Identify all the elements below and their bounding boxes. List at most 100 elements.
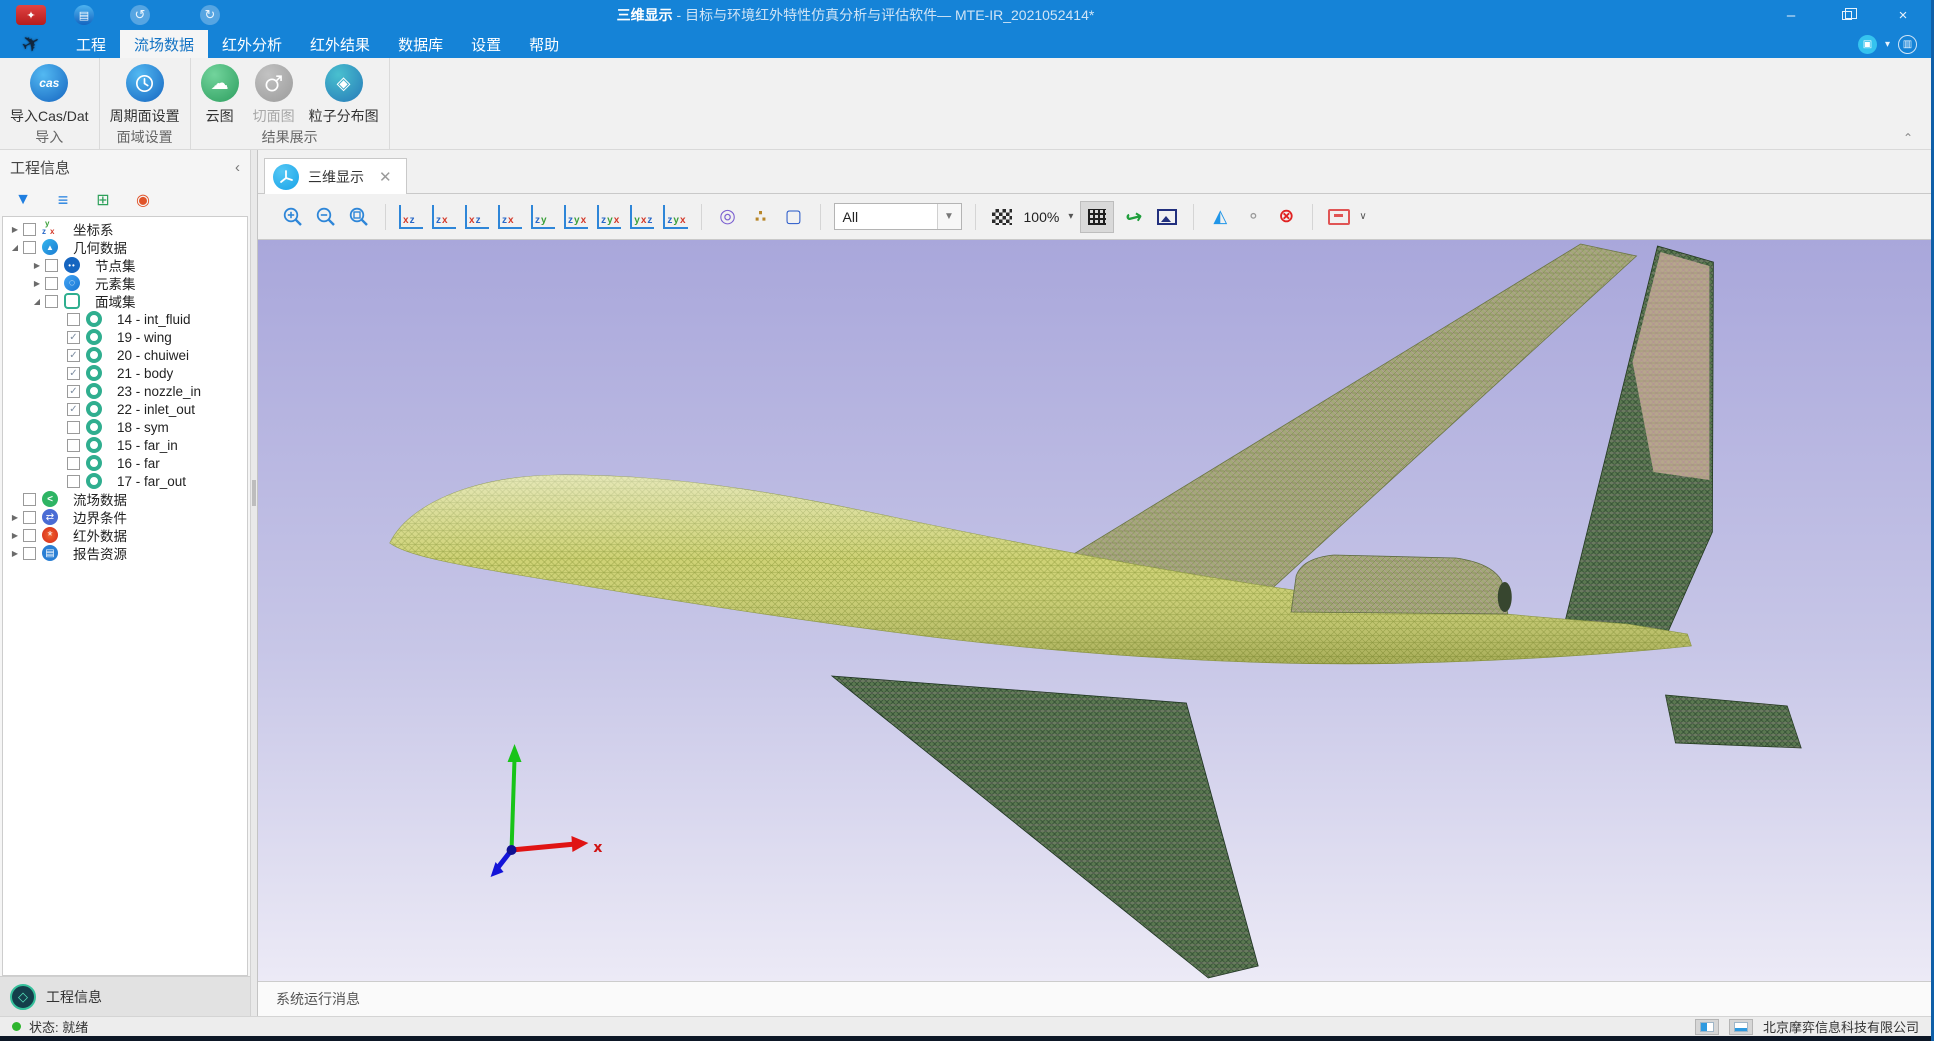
tree-checkbox[interactable] — [23, 547, 36, 560]
view-orientation-icon-6[interactable]: zyx — [564, 205, 588, 229]
pattern-icon[interactable] — [989, 202, 1015, 232]
tree-item-元素集[interactable]: ▶◌元素集 — [3, 274, 247, 292]
ribbon-button-切面图[interactable]: 切面图 — [247, 62, 301, 126]
undo-icon[interactable]: ↺ — [130, 5, 150, 25]
tree-item-23 - nozzle_in[interactable]: ✓23 - nozzle_in — [3, 382, 247, 400]
tree-item-21 - body[interactable]: ✓ 21 - body — [3, 364, 247, 382]
tree-item-label[interactable]: 16 - far — [115, 456, 160, 471]
menu-item-设置[interactable]: 设置 — [457, 30, 515, 58]
tree-item-坐标系[interactable]: ▶yzx坐标系 — [3, 220, 247, 238]
tree-item-边界条件[interactable]: ▶⇄边界条件 — [3, 508, 247, 526]
snapshot-icon[interactable] — [1154, 202, 1180, 232]
ribbon-button-周期面设置[interactable]: 周期面设置 — [104, 62, 186, 126]
tree-checkbox[interactable] — [23, 223, 36, 236]
tree-item-19 - wing[interactable]: ✓19 - wing — [3, 328, 247, 346]
display-filter-combo[interactable]: All ▼ — [834, 203, 962, 230]
tree-checkbox[interactable]: ✓ — [67, 367, 80, 380]
tree-item-红外数据[interactable]: ▶*红外数据 — [3, 526, 247, 544]
new-document-icon[interactable]: ▤ — [74, 5, 94, 25]
tree-checkbox[interactable] — [45, 259, 58, 272]
menu-item-工程[interactable]: 工程 — [62, 30, 120, 58]
mirror-icon[interactable]: ◭ — [1207, 202, 1233, 232]
tree-item-label[interactable]: 21 - body — [115, 366, 173, 381]
tree-item-22 - inlet_out[interactable]: ✓22 - inlet_out — [3, 400, 247, 418]
tree-item-label[interactable]: 面域集 — [93, 291, 136, 311]
tree-item-流场数据[interactable]: <流场数据 — [3, 490, 247, 508]
ribbon-collapse-button[interactable]: ⌃ — [1903, 131, 1913, 145]
tree-item-报告资源[interactable]: ▶▤报告资源 — [3, 544, 247, 562]
filter-list-icon[interactable]: ≡ — [50, 190, 76, 211]
tree-checkbox[interactable] — [67, 439, 80, 452]
tree-expander-icon[interactable]: ▶ — [7, 549, 23, 558]
tree-checkbox[interactable] — [67, 475, 80, 488]
view-mode-caret-icon[interactable]: ▾ — [1885, 39, 1890, 50]
panel-collapse-button[interactable]: ‹ — [235, 159, 240, 176]
cancel-icon[interactable]: ⊗ — [1273, 202, 1299, 232]
tab-3d-display[interactable]: 三维显示 ✕ — [264, 158, 407, 194]
box-select-icon[interactable]: ▢ — [781, 202, 807, 232]
menu-item-红外分析[interactable]: 红外分析 — [208, 30, 296, 58]
tree-expander-icon[interactable]: ▶ — [29, 279, 45, 288]
tree-item-16 - far[interactable]: 16 - far — [3, 454, 247, 472]
view-orientation-icon-7[interactable]: zyx — [597, 205, 621, 229]
tree-checkbox[interactable]: ✓ — [67, 349, 80, 362]
zoom-out-icon[interactable] — [313, 202, 339, 232]
tree-checkbox[interactable] — [45, 277, 58, 290]
tree-item-label[interactable]: 元素集 — [93, 273, 136, 293]
tree-expander-icon[interactable]: ▶ — [29, 261, 45, 270]
export-arrow-icon[interactable]: ↪ — [1118, 199, 1150, 234]
project-tree[interactable]: ▶yzx坐标系◢▲几何数据▶••节点集▶◌元素集 ◢ 面域集14 - int_flu… — [2, 216, 248, 976]
tree-item-几何数据[interactable]: ◢▲几何数据 — [3, 238, 247, 256]
layout-left-toggle[interactable] — [1695, 1019, 1719, 1035]
ribbon-button-粒子分布图[interactable]: ◈粒子分布图 — [303, 62, 385, 126]
tree-item-label[interactable]: 22 - inlet_out — [115, 402, 195, 417]
tree-item-面域集[interactable]: ◢ 面域集 — [3, 292, 247, 310]
network-icon[interactable]: ⚬ — [1240, 202, 1266, 232]
zoom-fit-icon[interactable] — [346, 202, 372, 232]
panel-splitter[interactable] — [250, 150, 258, 1016]
tree-checkbox[interactable] — [23, 493, 36, 506]
zoom-percent-caret-icon[interactable]: ▾ — [1068, 211, 1073, 222]
view-orientation-icon-9[interactable]: zyx — [663, 205, 687, 229]
tree-checkbox[interactable] — [67, 421, 80, 434]
view-orientation-icon-4[interactable]: zx — [498, 205, 522, 229]
tree-expander-icon[interactable]: ◢ — [29, 297, 45, 306]
ribbon-button-云图[interactable]: ☁云图 — [195, 62, 245, 126]
tree-item-label[interactable]: 节点集 — [93, 255, 136, 275]
locate-icon[interactable]: ◎ — [715, 202, 741, 232]
redo-icon[interactable]: ↻ — [200, 5, 220, 25]
tree-checkbox[interactable] — [45, 295, 58, 308]
package-icon[interactable] — [1326, 202, 1352, 232]
menu-item-数据库[interactable]: 数据库 — [384, 30, 457, 58]
panel-bottom-bar[interactable]: ◇ 工程信息 — [0, 976, 250, 1016]
menu-item-帮助[interactable]: 帮助 — [515, 30, 573, 58]
view-mode-icon[interactable]: ▣ — [1858, 35, 1877, 54]
ribbon-button-导入Cas/Dat[interactable]: cas导入Cas/Dat — [4, 62, 95, 126]
filter-grid-icon[interactable]: ⊞ — [90, 190, 116, 210]
view-orientation-icon-5[interactable]: zy — [531, 205, 555, 229]
menu-item-红外结果[interactable]: 红外结果 — [296, 30, 384, 58]
tree-item-label[interactable]: 流场数据 — [71, 489, 127, 509]
save-icon[interactable]: ✦ — [16, 5, 46, 25]
tree-item-label[interactable]: 红外数据 — [71, 525, 127, 545]
tree-expander-icon[interactable]: ▶ — [7, 225, 23, 234]
layout-bottom-toggle[interactable] — [1729, 1019, 1753, 1035]
tree-checkbox[interactable]: ✓ — [67, 385, 80, 398]
tree-item-label[interactable]: 17 - far_out — [115, 474, 186, 489]
menu-item-流场数据[interactable]: 流场数据 — [120, 30, 208, 58]
tree-checkbox[interactable] — [23, 529, 36, 542]
tab-close-icon[interactable]: ✕ — [379, 168, 392, 186]
close-button[interactable]: × — [1875, 0, 1931, 30]
filter-target-icon[interactable]: ◉ — [130, 190, 156, 210]
tree-item-节点集[interactable]: ▶••节点集 — [3, 256, 247, 274]
zoom-percent[interactable]: 100% — [1024, 209, 1060, 225]
tree-checkbox[interactable] — [23, 241, 36, 254]
tree-item-14 - int_fluid[interactable]: 14 - int_fluid — [3, 310, 247, 328]
tree-checkbox[interactable] — [23, 511, 36, 524]
tree-checkbox[interactable] — [67, 313, 80, 326]
tree-item-17 - far_out[interactable]: 17 - far_out — [3, 472, 247, 490]
tree-item-label[interactable]: 18 - sym — [115, 420, 169, 435]
zoom-in-icon[interactable] — [280, 202, 306, 232]
tree-expander-icon[interactable]: ◢ — [7, 243, 23, 252]
filter-funnel-icon[interactable]: ▼ — [10, 191, 36, 209]
